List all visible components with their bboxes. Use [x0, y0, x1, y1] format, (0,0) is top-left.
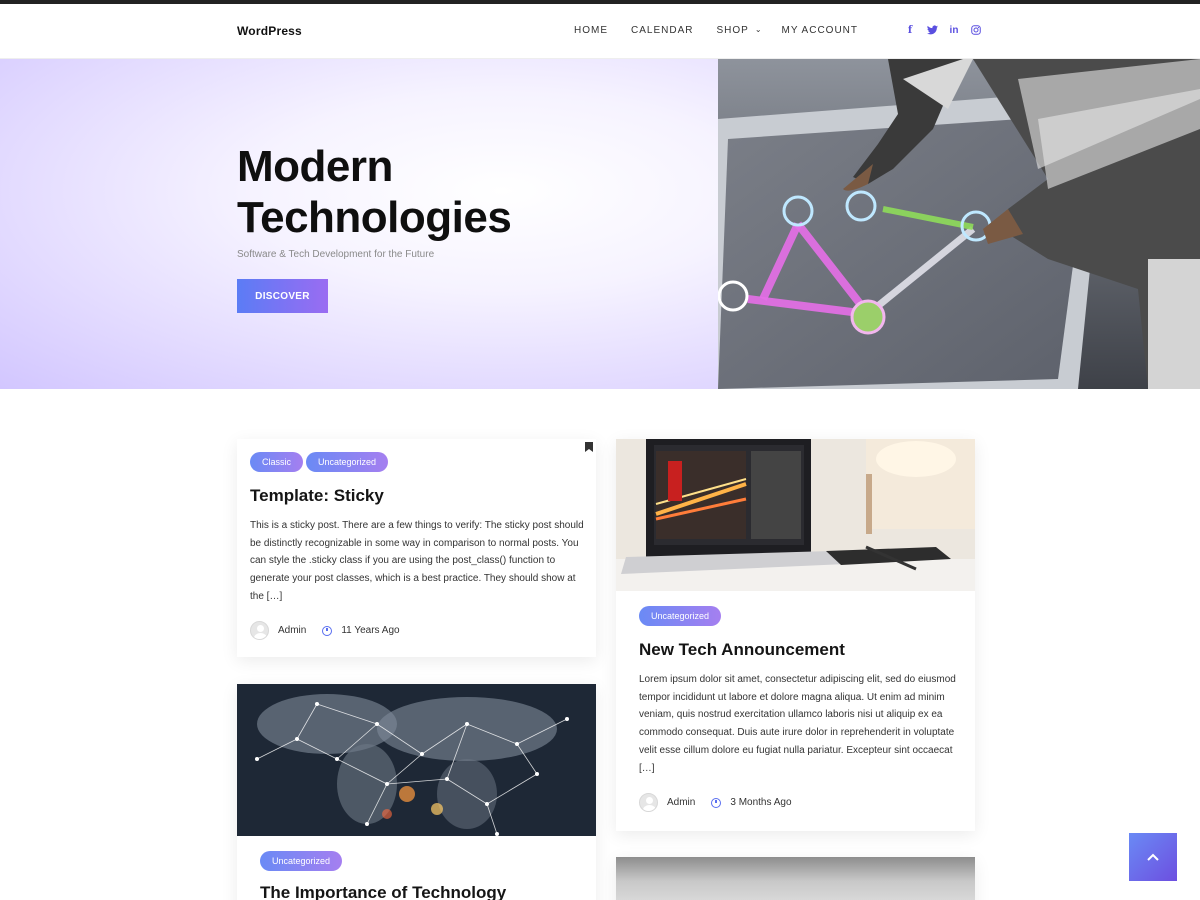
instagram-icon[interactable]	[970, 24, 982, 36]
post-meta: Admin 3 Months Ago	[639, 793, 792, 812]
site-header: WordPress HOME CALENDAR SHOP ⌄ MY ACCOUNT…	[0, 4, 1200, 59]
post-meta: Admin 11 Years Ago	[250, 621, 400, 640]
nav-shop[interactable]: SHOP ⌄	[716, 25, 762, 36]
tag-classic[interactable]: Classic	[250, 452, 304, 472]
post-card-sticky: Classic Uncategorized Template: Sticky T…	[237, 439, 596, 657]
post-excerpt: This is a sticky post. There are a few t…	[250, 520, 584, 602]
hero-section: Modern Technologies Software & Tech Deve…	[0, 59, 1200, 389]
clock-icon	[711, 797, 722, 808]
hero-image-touch-table	[718, 59, 1200, 389]
twitter-icon[interactable]	[926, 24, 938, 36]
post-title[interactable]: The Importance of Technology	[260, 883, 506, 900]
tag-uncategorized[interactable]: Uncategorized	[639, 606, 722, 626]
hero-subtitle: Software & Tech Development for the Futu…	[237, 249, 435, 260]
post-card-new-tech: Uncategorized New Tech Announcement Lore…	[616, 439, 975, 831]
nav-calendar[interactable]: CALENDAR	[631, 25, 693, 36]
post-image-laptop[interactable]	[616, 439, 975, 591]
main-nav: HOME CALENDAR SHOP ⌄ MY ACCOUNT	[574, 25, 881, 36]
post-excerpt: Lorem ipsum dolor sit amet, consectetur …	[639, 674, 956, 774]
post-tags: Uncategorized	[260, 851, 343, 871]
tag-uncategorized[interactable]: Uncategorized	[306, 452, 389, 472]
nav-home[interactable]: HOME	[574, 25, 608, 36]
hero-title: Modern Technologies	[237, 141, 512, 243]
hero-title-line2: Technologies	[237, 193, 512, 242]
post-title[interactable]: Template: Sticky	[250, 486, 384, 506]
post-title[interactable]: New Tech Announcement	[639, 640, 845, 660]
post-date: 11 Years Ago	[341, 625, 400, 636]
tag-uncategorized[interactable]: Uncategorized	[260, 851, 343, 871]
post-card-partial	[616, 857, 975, 900]
post-tags: Uncategorized	[639, 606, 722, 626]
nav-home-label: HOME	[574, 25, 608, 36]
post-date: 3 Months Ago	[730, 797, 792, 808]
linkedin-icon[interactable]: in	[948, 24, 960, 36]
post-card-importance: Uncategorized The Importance of Technolo…	[237, 684, 596, 900]
hero-title-line1: Modern	[237, 142, 393, 191]
discover-button[interactable]: DISCOVER	[237, 279, 328, 313]
avatar	[639, 793, 658, 812]
nav-my-account-label: MY ACCOUNT	[781, 25, 859, 36]
chevron-down-icon: ⌄	[754, 25, 763, 34]
post-tags: Classic Uncategorized	[250, 452, 389, 472]
post-author[interactable]: Admin	[278, 625, 306, 636]
post-image-partial[interactable]	[616, 857, 975, 900]
nav-my-account[interactable]: MY ACCOUNT	[782, 25, 859, 36]
nav-shop-label: SHOP	[716, 25, 749, 36]
clock-icon	[322, 625, 333, 636]
avatar	[250, 621, 269, 640]
bookmark-icon	[585, 442, 593, 452]
social-links: f in	[904, 24, 982, 36]
back-to-top-button[interactable]	[1129, 833, 1177, 881]
chevron-up-icon	[1147, 853, 1159, 861]
site-logo[interactable]: WordPress	[237, 24, 302, 38]
facebook-icon[interactable]: f	[904, 24, 916, 36]
post-image-network-map[interactable]	[237, 684, 596, 836]
post-author[interactable]: Admin	[667, 797, 695, 808]
nav-calendar-label: CALENDAR	[631, 25, 694, 36]
